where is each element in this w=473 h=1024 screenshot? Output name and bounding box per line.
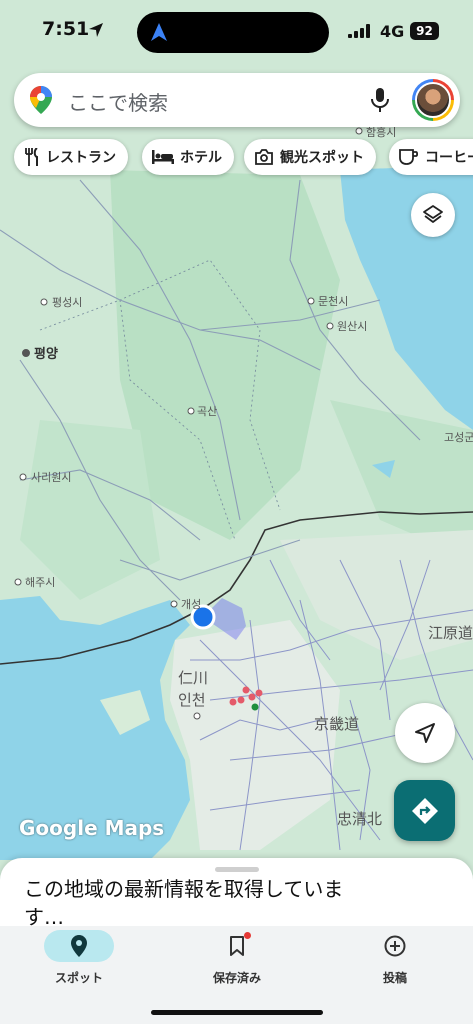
tab-contribute[interactable]: 投稿 [316,926,473,996]
directions-button[interactable] [394,780,455,841]
screen: 함흥시 평성시 문천시 원산시 곡산 고성군 사리원시 해주시 개성 평양 仁川… [0,0,473,1024]
label-chungbuk: 忠清北 [337,810,382,828]
layers-button[interactable] [411,193,455,237]
tab-icon-container [202,930,272,962]
network-type: 4G [380,22,405,41]
label-pyongyang: 평양 [34,346,58,362]
location-arrow-icon [89,23,103,37]
label-gangwon: 江原道 [428,624,473,642]
label-incheon-jp: 仁川 [178,669,208,687]
signal-icon [348,24,370,38]
google-maps-pin-icon [30,86,52,114]
chip-attractions[interactable]: 観光スポット [244,139,376,175]
sheet-handle[interactable] [215,867,259,872]
label-goksan: 곡산 [197,405,217,418]
layers-icon [423,205,443,223]
label-hamhung: 함흥시 [366,125,396,139]
tab-label: 保存済み [212,971,261,985]
label-goseong: 고성군 [444,431,473,444]
tab-label: 投稿 [382,971,407,985]
tab-label: スポット [54,971,103,985]
chip-label: 観光スポット [280,150,364,166]
search-input[interactable]: ここで検索 [68,87,168,116]
tab-icon-container [44,930,114,962]
notification-dot [244,932,251,939]
chip-hotel[interactable]: ホテル [142,139,234,175]
label-sariwon: 사리원시 [31,471,71,484]
camera-icon [255,149,273,165]
plus-circle-icon [384,935,406,957]
directions-icon [411,797,438,824]
tab-icon-container [360,930,430,962]
label-munchon: 문천시 [318,294,348,308]
category-chips: レストラン ホテル 観光スポット コーヒー [14,139,473,175]
chip-coffee[interactable]: コーヒー [389,139,473,175]
google-maps-logo: Google Maps [19,816,165,840]
bed-icon [152,150,174,164]
label-wonsan: 원산시 [337,320,367,333]
fork-knife-icon [25,148,38,166]
battery-indicator: 92 [410,22,439,40]
label-kaesong: 개성 [181,598,201,611]
chip-label: レストラン [46,150,116,166]
pin-icon [71,935,87,957]
microphone-icon[interactable] [370,87,390,113]
label-pyongseong: 평성시 [52,296,82,309]
status-bar: 7:51 4G 92 [0,0,473,64]
search-bar[interactable]: ここで検索 [14,73,460,127]
sheet-status-text: この地域の最新情報を取得しています… [24,877,344,929]
tab-explore[interactable]: スポット [0,926,158,996]
chip-label: ホテル [180,150,222,166]
label-haeju: 해주시 [25,575,55,589]
tab-saved[interactable]: 保存済み [158,926,316,996]
navigation-arrow-icon [415,723,435,743]
status-time: 7:51 [42,18,90,40]
label-gyeonggi: 京畿道 [314,715,359,733]
label-incheon: 인천 [178,691,206,709]
chip-label: コーヒー [425,150,473,166]
navigation-arrow-icon [151,23,167,41]
dynamic-island [137,12,329,53]
home-indicator[interactable] [151,1010,323,1015]
coffee-icon [399,149,419,165]
chip-restaurant[interactable]: レストラン [14,139,128,175]
my-location-button[interactable] [395,703,455,763]
account-avatar[interactable] [412,79,454,121]
bookmark-icon [230,936,244,956]
